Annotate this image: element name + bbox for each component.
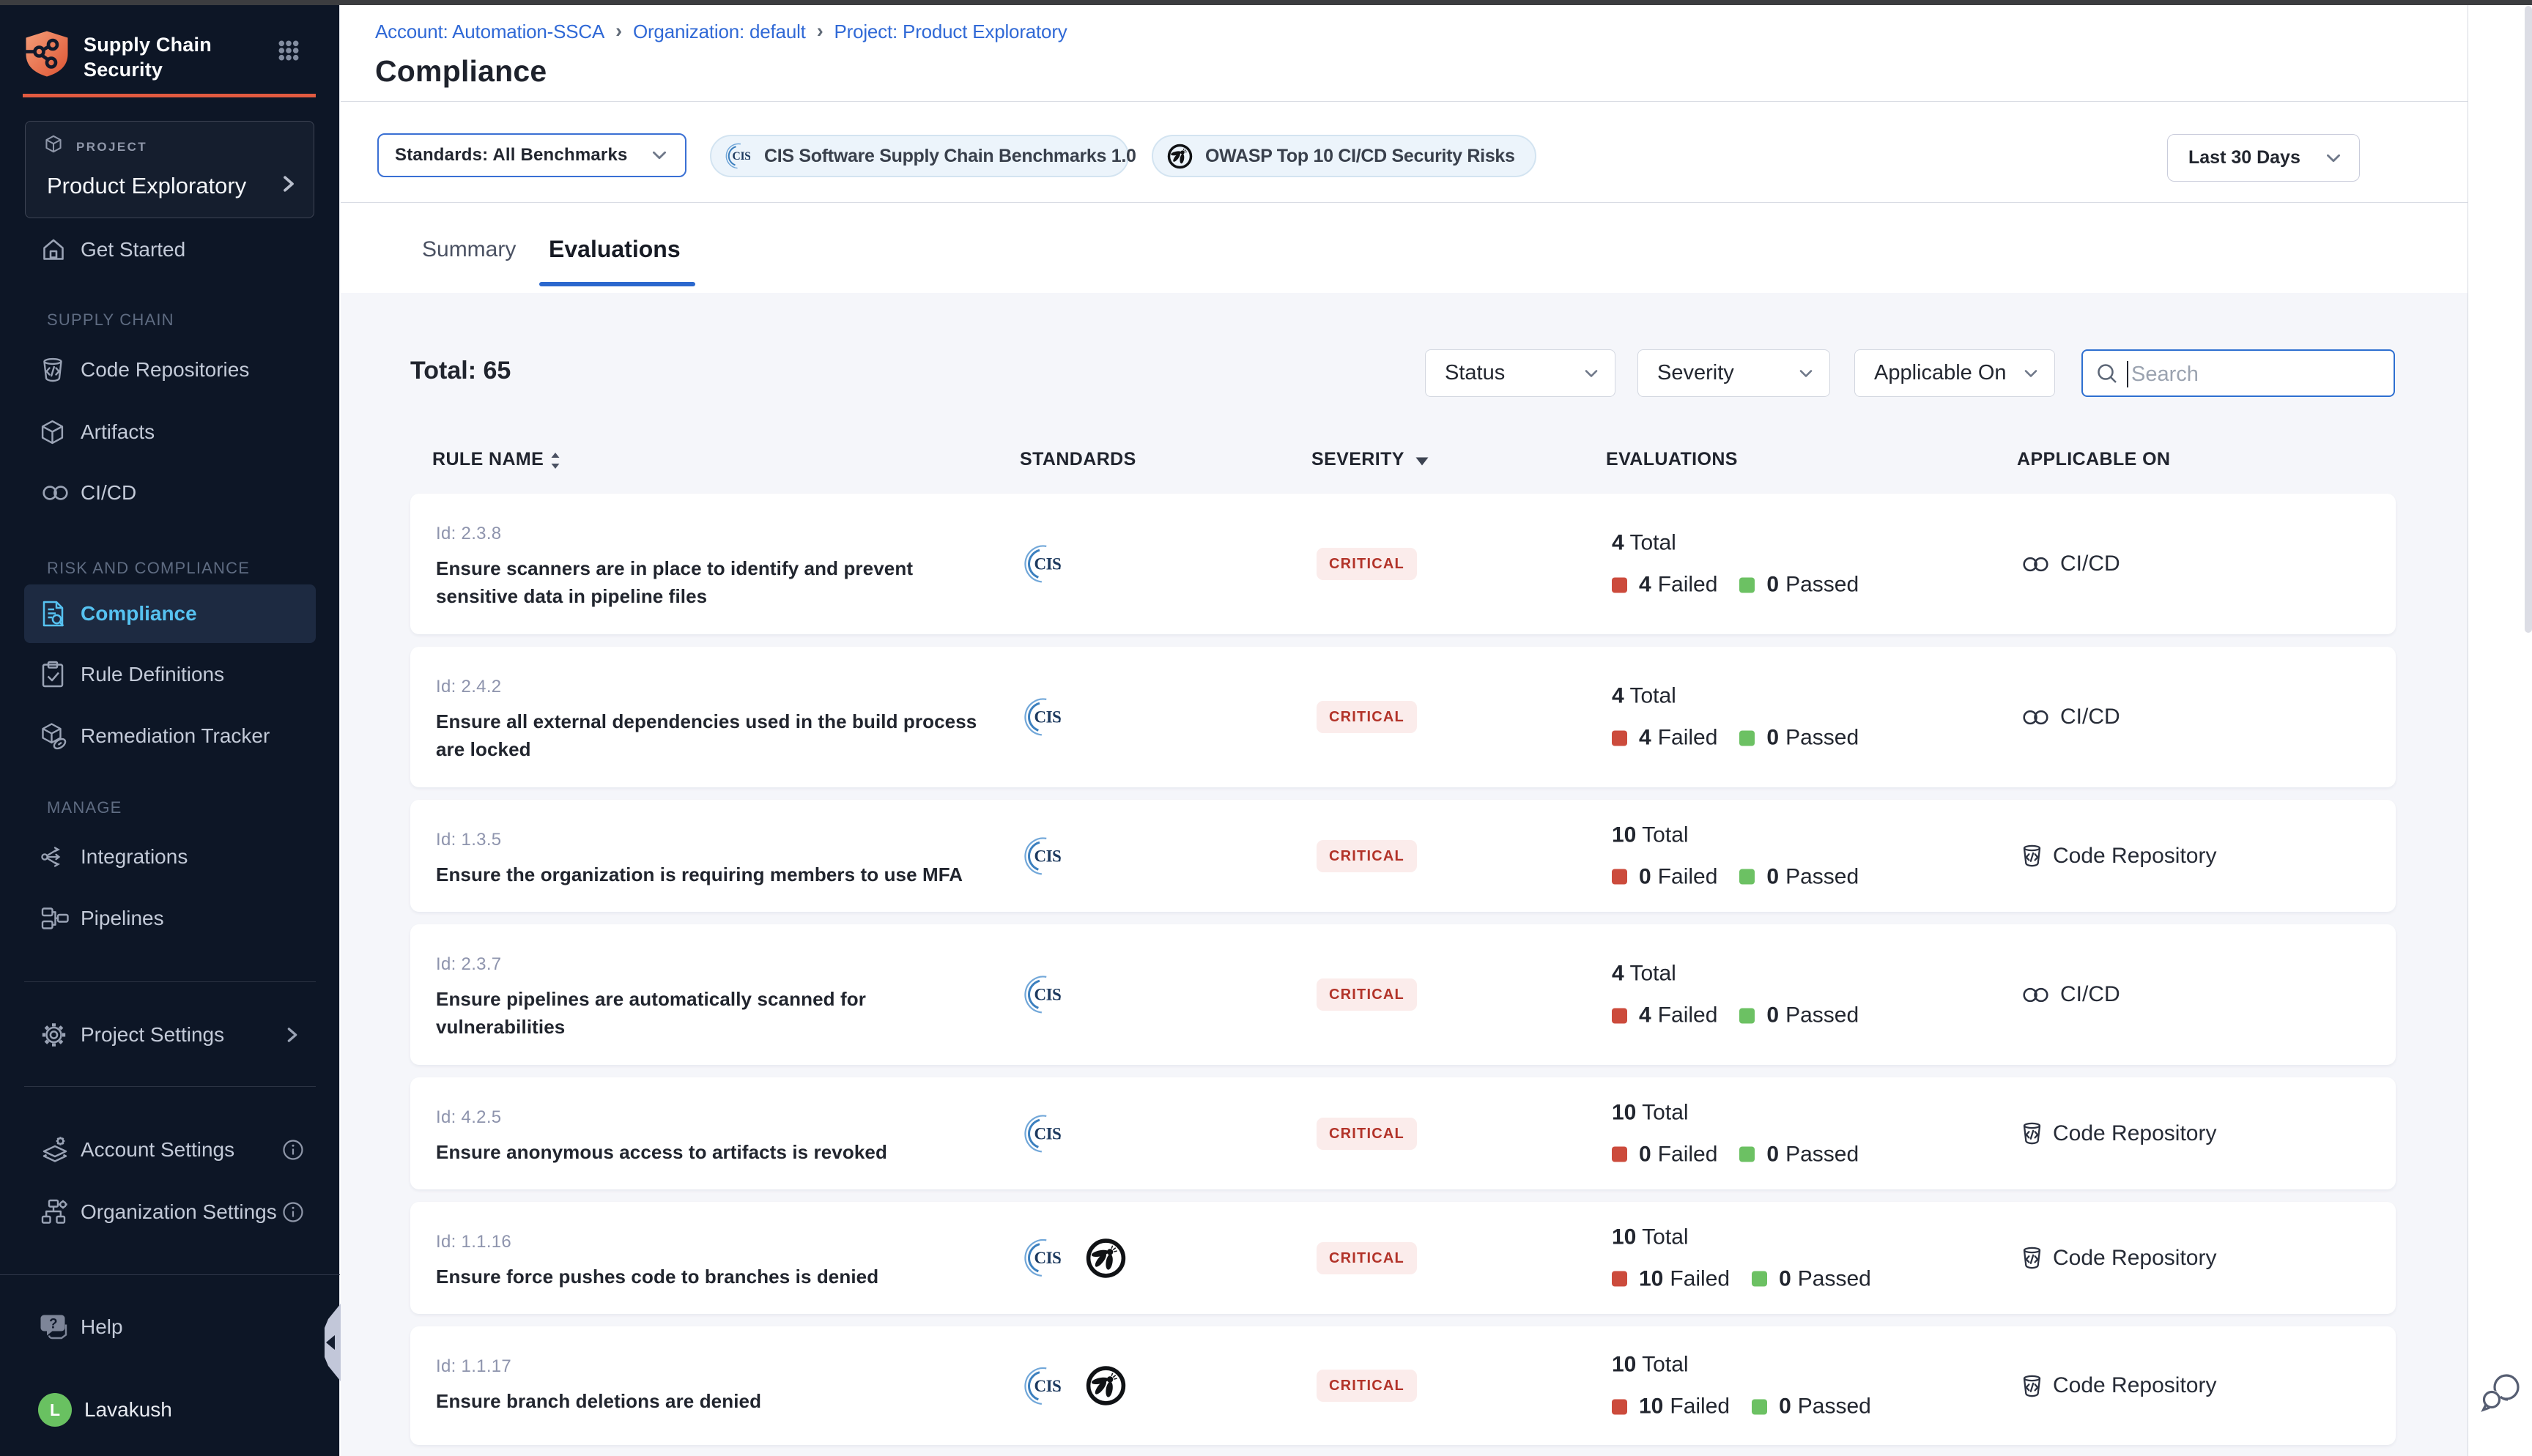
svg-text:?: ? <box>49 1317 58 1332</box>
